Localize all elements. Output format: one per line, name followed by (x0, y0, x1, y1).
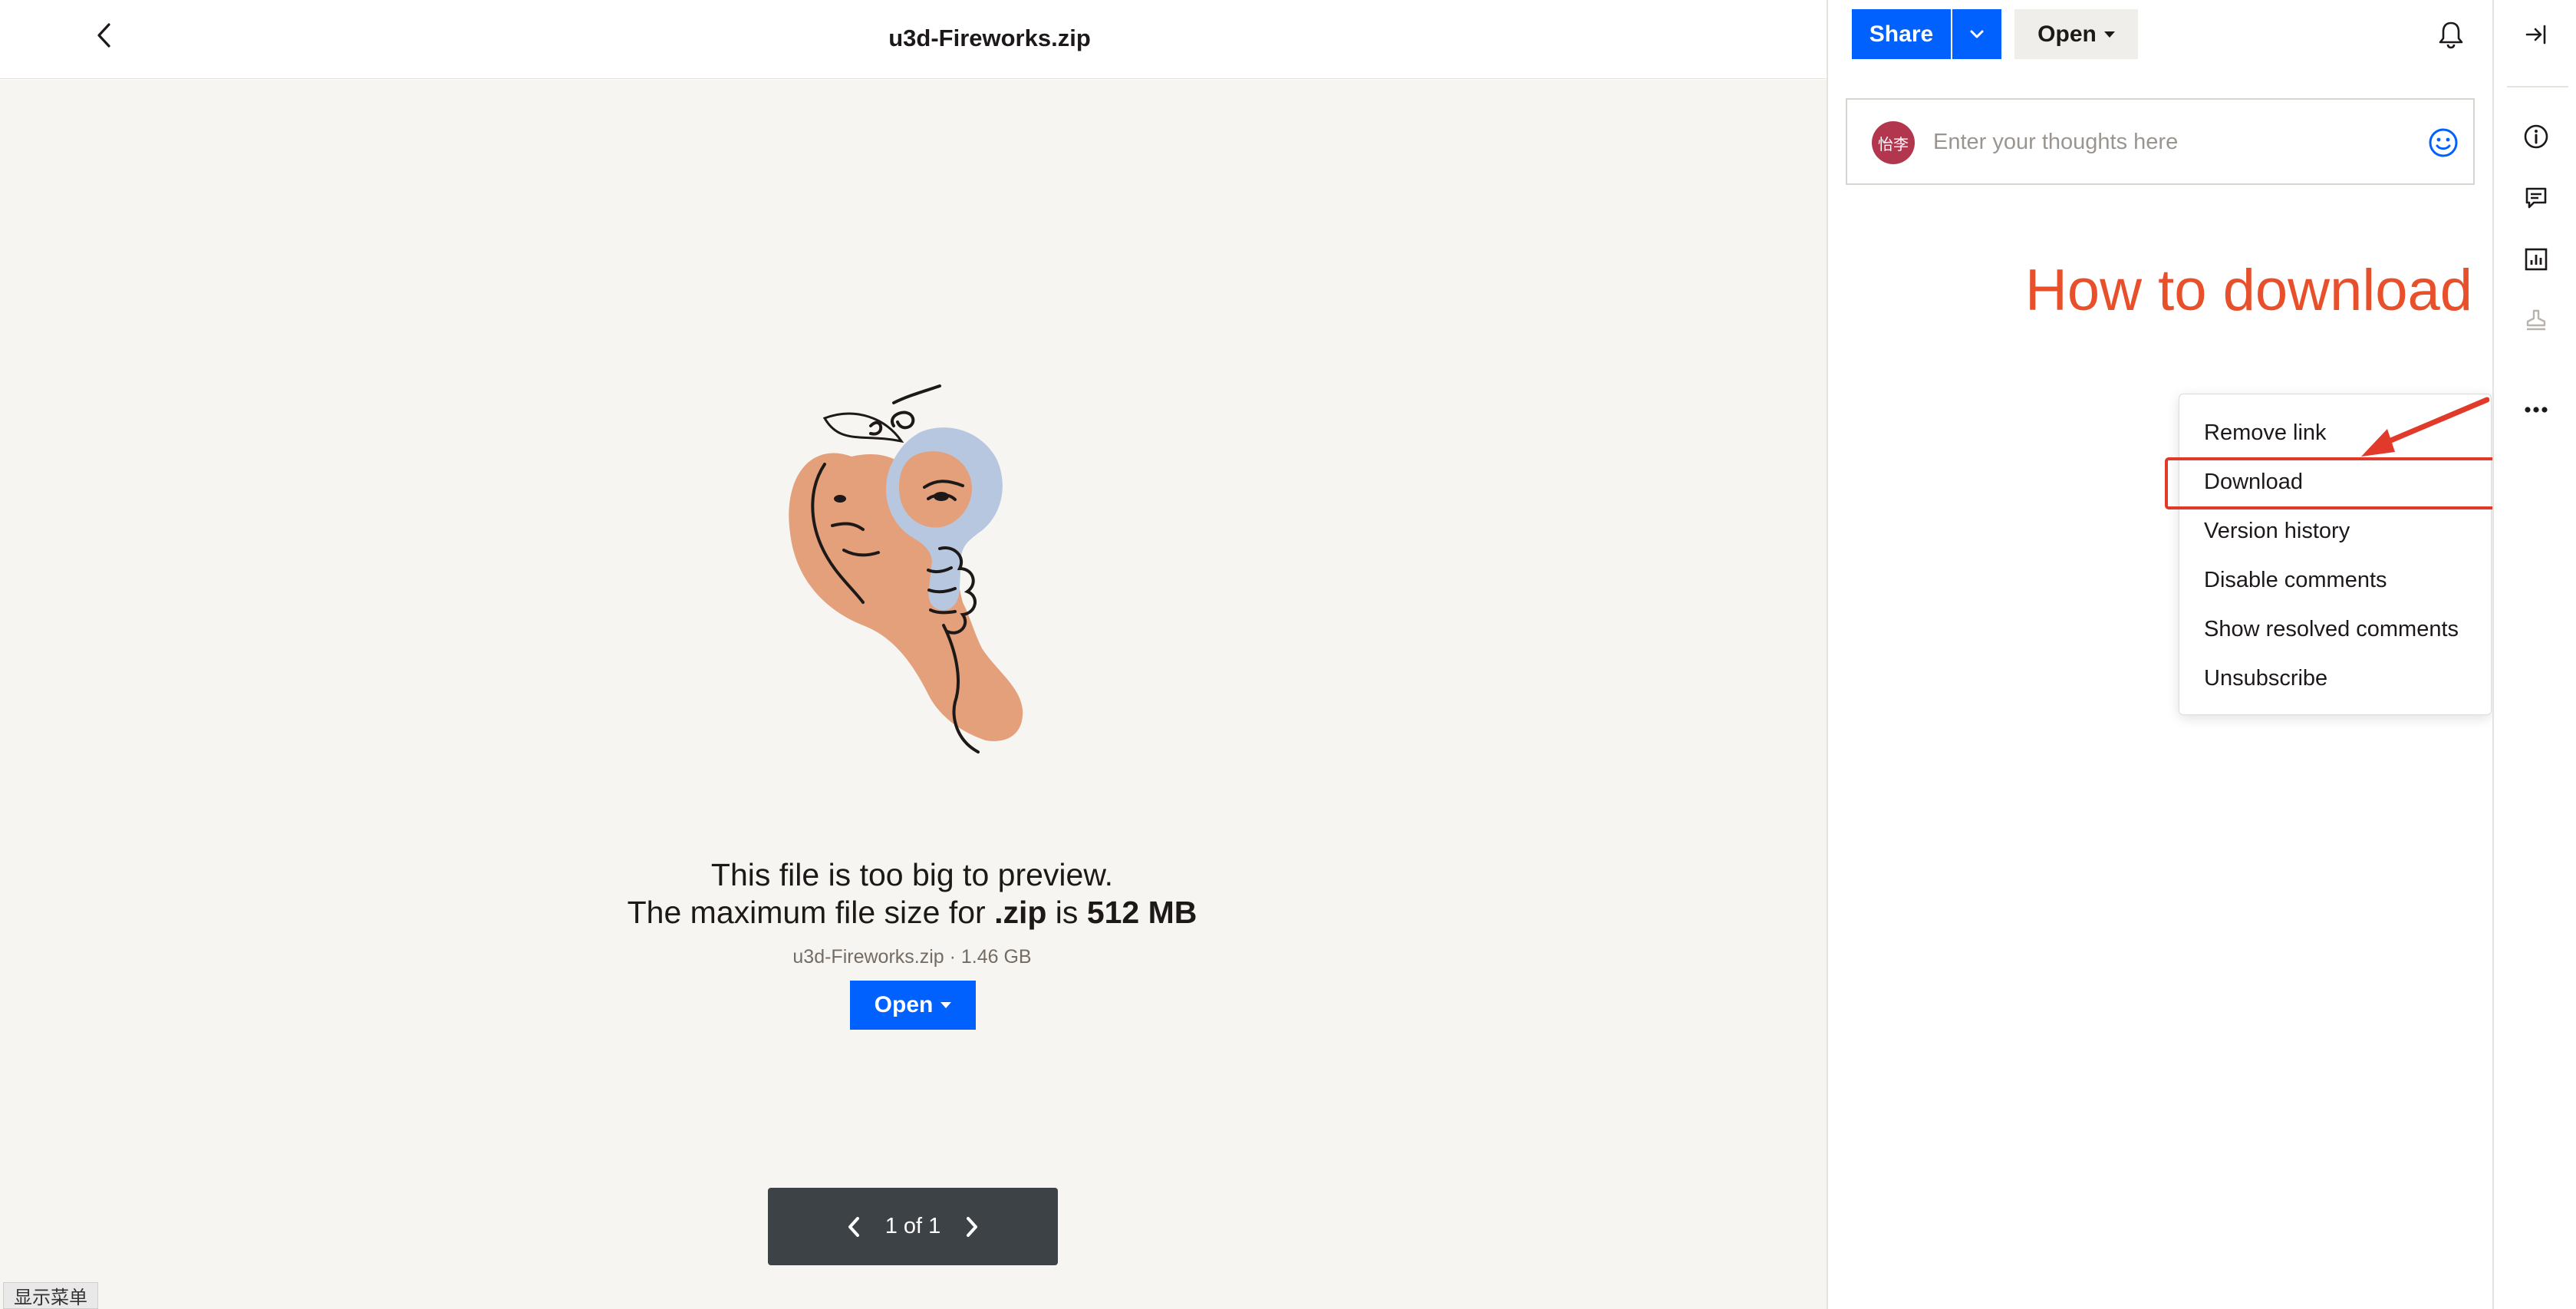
max-size-mid: is (1046, 895, 1087, 930)
menu-item-remove-link[interactable]: Remove link (2204, 420, 2327, 446)
app-root: u3d-Fireworks.zip This file is too big t… (0, 0, 2576, 1309)
menu-item-version-history[interactable]: Version history (2204, 519, 2350, 544)
max-size-message: The maximum file size for .zip is 512 MB (0, 895, 1824, 931)
collapse-panel-icon (2525, 25, 2546, 45)
too-big-message: This file is too big to preview. (710, 857, 1114, 892)
open-button-label: Open (874, 992, 934, 1017)
next-page-button[interactable] (953, 1204, 991, 1250)
info-icon (2524, 124, 2548, 149)
open-button[interactable]: Open (850, 981, 976, 1030)
chevron-left-icon (848, 1216, 859, 1237)
page-indicator: 1 of 1 (884, 1214, 941, 1238)
activity-button[interactable] (2518, 242, 2554, 277)
caret-down-icon (2103, 31, 2115, 38)
activity-icon (2525, 248, 2548, 271)
comment-composer: 怡李 (1846, 98, 2475, 185)
emoji-icon[interactable] (2426, 126, 2460, 160)
max-size-value: 512 MB (1086, 895, 1197, 930)
show-menu-button[interactable]: 显示菜单 (3, 1282, 98, 1309)
comment-input[interactable] (1933, 123, 2409, 161)
page-navigator: 1 of 1 (768, 1188, 1058, 1265)
notifications-button[interactable] (2433, 17, 2469, 52)
share-button[interactable]: Share (1852, 9, 1951, 59)
open-menu-button[interactable]: Open (2014, 9, 2138, 59)
file-info: u3d-Fireworks.zip · 1.46 GB (792, 946, 1032, 968)
max-size-prefix: The maximum file size for (627, 895, 995, 930)
download-highlight-box (2165, 457, 2497, 509)
collapse-panel-button[interactable] (2518, 17, 2554, 52)
annotation-title: How to download (2025, 258, 2473, 323)
bell-icon (2439, 21, 2463, 49)
open-menu-label: Open (2037, 21, 2097, 47)
stamp-icon (2526, 309, 2546, 331)
chevron-down-icon (1970, 30, 1984, 38)
chevron-right-icon (967, 1216, 978, 1237)
preview-header: u3d-Fireworks.zip (0, 0, 1827, 79)
comments-button[interactable] (2518, 180, 2554, 216)
info-button[interactable] (2518, 119, 2554, 154)
stamp-button[interactable] (2518, 303, 2554, 338)
share-options-button[interactable] (1952, 9, 2001, 59)
more-icon (2525, 407, 2548, 413)
more-options-button[interactable] (2518, 392, 2554, 427)
menu-item-disable-comments[interactable]: Disable comments (2204, 568, 2387, 593)
comment-icon (2525, 187, 2547, 209)
avatar: 怡李 (1872, 121, 1915, 164)
annotation-arrow-icon (2361, 397, 2489, 457)
previous-page-button[interactable] (835, 1204, 873, 1250)
menu-item-unsubscribe[interactable]: Unsubscribe (2204, 666, 2327, 691)
page-title: u3d-Fireworks.zip (888, 25, 1091, 51)
caret-down-icon (940, 1002, 952, 1008)
menu-item-show-resolved-comments[interactable]: Show resolved comments (2204, 617, 2459, 642)
magnifier-illustration (789, 384, 1023, 753)
file-extension: .zip (994, 895, 1047, 930)
rail-separator (2507, 86, 2568, 87)
